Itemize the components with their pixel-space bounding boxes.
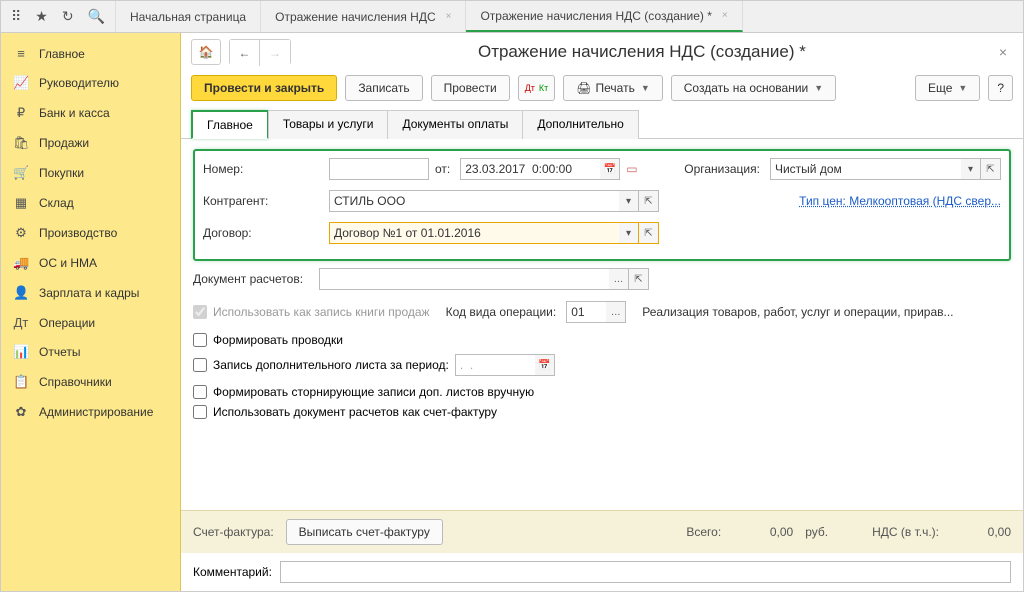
check-form-entries[interactable]: Формировать проводки bbox=[193, 333, 1011, 347]
org-input[interactable] bbox=[770, 158, 961, 180]
sidebar-item-reports[interactable]: 📊Отчеты bbox=[1, 337, 180, 367]
sidebar-item-catalogs[interactable]: 📋Справочники bbox=[1, 367, 180, 397]
sidebar-item-admin[interactable]: ✿Администрирование bbox=[1, 397, 180, 427]
dt-icon: Дт bbox=[13, 315, 29, 330]
doc-tab-extra[interactable]: Дополнительно bbox=[522, 110, 638, 139]
op-description: Реализация товаров, работ, услуг и опера… bbox=[642, 305, 953, 319]
cart-icon: 🛒 bbox=[13, 165, 29, 181]
tab-vat-1[interactable]: Отражение начисления НДС× bbox=[261, 1, 466, 32]
sidebar-item-production[interactable]: ⚙Производство bbox=[1, 218, 180, 248]
home-button[interactable]: 🏠 bbox=[191, 39, 221, 65]
sidebar-item-bank[interactable]: ₽Банк и касса bbox=[1, 98, 180, 128]
calendar-icon[interactable]: 📅 bbox=[600, 158, 620, 180]
bars-icon: 📊 bbox=[13, 344, 29, 360]
bag-icon: 🛍 bbox=[13, 135, 29, 151]
person-icon: 👤 bbox=[13, 285, 29, 301]
close-icon[interactable]: × bbox=[446, 11, 452, 22]
total-value: 0,00 bbox=[733, 525, 793, 539]
chart-icon: 📈 bbox=[13, 75, 29, 91]
label-number: Номер: bbox=[203, 162, 323, 176]
calendar-icon[interactable]: 📅 bbox=[535, 354, 555, 376]
check-as-invoice[interactable]: Использовать документ расчетов как счет-… bbox=[193, 405, 1011, 419]
period-input[interactable] bbox=[455, 354, 535, 376]
check-add-sheet[interactable]: Запись дополнительного листа за период: bbox=[193, 358, 449, 372]
sidebar-item-payroll[interactable]: 👤Зарплата и кадры bbox=[1, 278, 180, 308]
check-sales-book: Использовать как запись книги продаж bbox=[193, 305, 430, 319]
label-invoice: Счет-фактура: bbox=[193, 525, 274, 539]
number-input[interactable] bbox=[329, 158, 429, 180]
label-opcode: Код вида операции: bbox=[446, 305, 557, 319]
doc-tab-main[interactable]: Главное bbox=[191, 110, 269, 139]
write-button[interactable]: Записать bbox=[345, 75, 422, 101]
truck-icon: 🚚 bbox=[13, 255, 29, 271]
write-invoice-button[interactable]: Выписать счет-фактуру bbox=[286, 519, 443, 545]
titlebar: ⠿ ★ ↻ 🔍 Начальная страница Отражение нач… bbox=[1, 1, 1023, 33]
date-input[interactable] bbox=[460, 158, 600, 180]
open-icon[interactable]: ⇱ bbox=[629, 268, 649, 290]
clipboard-icon: 📋 bbox=[13, 374, 29, 390]
ellipsis-icon[interactable]: … bbox=[606, 301, 626, 323]
label-from: от: bbox=[435, 162, 450, 176]
sidebar-item-main[interactable]: ≡Главное bbox=[1, 39, 180, 68]
currency: руб. bbox=[805, 525, 828, 539]
dropdown-icon[interactable]: ▾ bbox=[619, 222, 639, 244]
open-icon[interactable]: ⇱ bbox=[981, 158, 1001, 180]
comment-input[interactable] bbox=[280, 561, 1011, 583]
page-title: Отражение начисления НДС (создание) * bbox=[299, 42, 985, 62]
back-button[interactable]: ← bbox=[230, 40, 260, 66]
label-org: Организация: bbox=[684, 162, 760, 176]
sidebar-item-purchases[interactable]: 🛒Покупки bbox=[1, 158, 180, 188]
label-settlement: Документ расчетов: bbox=[193, 272, 313, 286]
history-icon[interactable]: ↻ bbox=[62, 8, 74, 25]
label-vat: НДС (в т.ч.): bbox=[872, 525, 939, 539]
ruble-icon: ₽ bbox=[13, 105, 29, 121]
post-button[interactable]: Провести bbox=[431, 75, 510, 101]
print-button[interactable]: 🖨 Печать▼ bbox=[563, 75, 662, 101]
label-comment: Комментарий: bbox=[193, 565, 272, 579]
check-storno[interactable]: Формировать сторнирующие записи доп. лис… bbox=[193, 385, 1011, 399]
apps-icon[interactable]: ⠿ bbox=[11, 8, 21, 25]
label-total: Всего: bbox=[686, 525, 721, 539]
contractor-input[interactable] bbox=[329, 190, 619, 212]
flower-icon: ✿ bbox=[13, 404, 29, 420]
close-icon[interactable]: × bbox=[722, 10, 728, 21]
sidebar-item-sales[interactable]: 🛍Продажи bbox=[1, 128, 180, 158]
tab-home[interactable]: Начальная страница bbox=[116, 1, 261, 32]
gear-icon: ⚙ bbox=[13, 225, 29, 241]
doc-tab-goods[interactable]: Товары и услуги bbox=[268, 110, 389, 139]
highlighted-group: Номер: от: 📅 ▭ Организация: ▾ bbox=[193, 149, 1011, 261]
open-icon[interactable]: ⇱ bbox=[639, 222, 659, 244]
status-icon: ▭ bbox=[626, 162, 642, 176]
settlement-input[interactable] bbox=[319, 268, 609, 290]
doc-tab-payments[interactable]: Документы оплаты bbox=[387, 110, 523, 139]
close-button[interactable]: × bbox=[993, 44, 1013, 60]
system-icons: ⠿ ★ ↻ 🔍 bbox=[1, 1, 116, 32]
more-button[interactable]: Еще▼ bbox=[915, 75, 980, 101]
tab-vat-create[interactable]: Отражение начисления НДС (создание) *× bbox=[466, 1, 742, 32]
menu-icon: ≡ bbox=[13, 46, 29, 61]
opcode-input[interactable] bbox=[566, 301, 606, 323]
ellipsis-icon[interactable]: … bbox=[609, 268, 629, 290]
vat-value: 0,00 bbox=[951, 525, 1011, 539]
search-icon[interactable]: 🔍 bbox=[88, 8, 105, 25]
dropdown-icon[interactable]: ▾ bbox=[619, 190, 639, 212]
label-contractor: Контрагент: bbox=[203, 194, 323, 208]
star-icon[interactable]: ★ bbox=[35, 8, 48, 25]
sidebar-item-assets[interactable]: 🚚ОС и НМА bbox=[1, 248, 180, 278]
price-type-link[interactable]: Тип цен: Мелкооптовая (НДС свер... bbox=[799, 194, 1001, 208]
sidebar-item-operations[interactable]: ДтОперации bbox=[1, 308, 180, 337]
sidebar: ≡Главное 📈Руководителю ₽Банк и касса 🛍Пр… bbox=[1, 33, 181, 591]
grid-icon: ▦ bbox=[13, 195, 29, 211]
open-icon[interactable]: ⇱ bbox=[639, 190, 659, 212]
sidebar-item-manager[interactable]: 📈Руководителю bbox=[1, 68, 180, 98]
sidebar-item-warehouse[interactable]: ▦Склад bbox=[1, 188, 180, 218]
contract-input[interactable] bbox=[329, 222, 619, 244]
forward-button[interactable]: → bbox=[260, 40, 290, 66]
label-contract: Договор: bbox=[203, 226, 323, 240]
dkt-button[interactable]: ДтКт bbox=[518, 75, 556, 101]
create-based-button[interactable]: Создать на основании▼ bbox=[671, 75, 836, 101]
post-close-button[interactable]: Провести и закрыть bbox=[191, 75, 337, 101]
dropdown-icon[interactable]: ▾ bbox=[961, 158, 981, 180]
help-button[interactable]: ? bbox=[988, 75, 1013, 101]
